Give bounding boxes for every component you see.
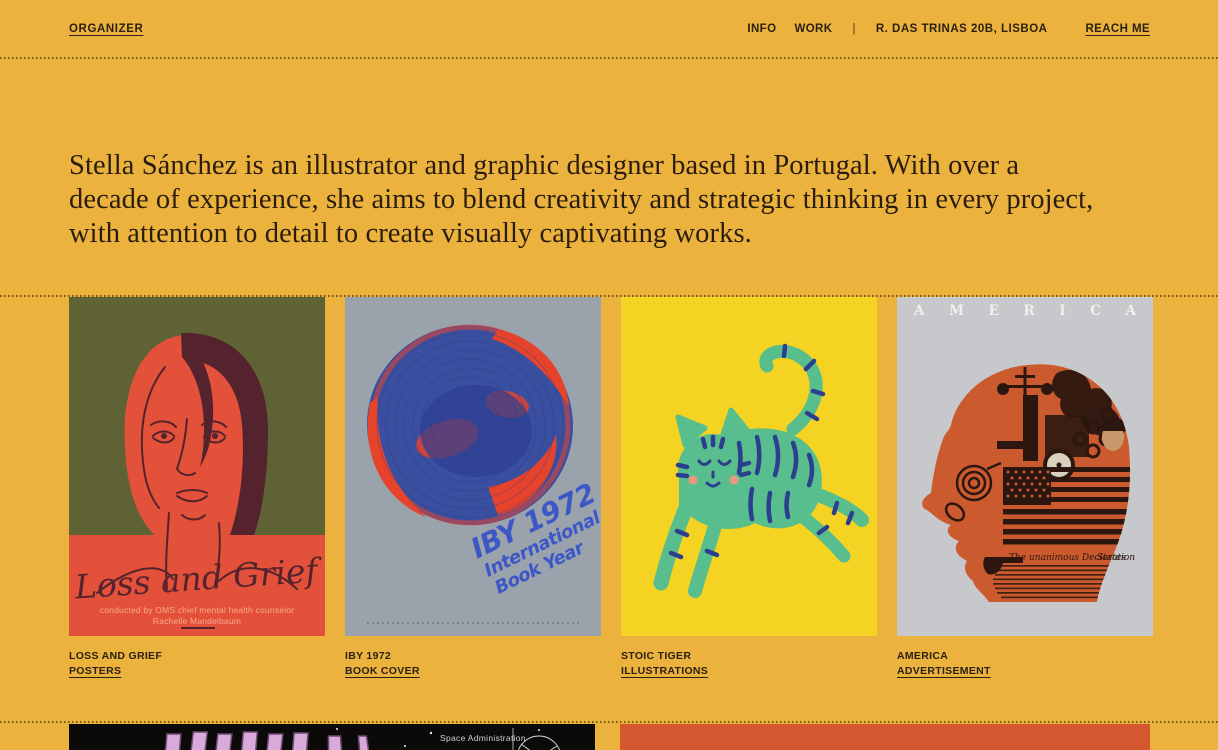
project-category-link[interactable]: BOOK COVER bbox=[345, 664, 420, 679]
project-card-stoic-tiger: STOIC TIGER ILLUSTRATIONS bbox=[621, 297, 877, 678]
tiger-illustration bbox=[621, 297, 877, 636]
space-poster-illustration: Space Administration bbox=[69, 724, 595, 750]
portfolio-page: ORGANIZER INFO WORK | R. DAS TRINAS 20B,… bbox=[0, 0, 1218, 750]
project-caption: IBY 1972 BOOK COVER bbox=[345, 649, 601, 678]
poster-stoic-tiger[interactable] bbox=[621, 297, 877, 636]
project-category-link[interactable]: ADVERTISEMENT bbox=[897, 664, 991, 679]
project-grid: Loss and Grief conducted by OMS chief me… bbox=[69, 297, 1153, 678]
logo-link[interactable]: ORGANIZER bbox=[69, 23, 143, 35]
project-card-america: AMERICA bbox=[897, 297, 1153, 678]
orange-poster-top bbox=[620, 724, 1150, 750]
poster-loss-and-grief[interactable]: Loss and Grief conducted by OMS chief me… bbox=[69, 297, 325, 636]
project-caption: LOSS AND GRIEF POSTERS bbox=[69, 649, 325, 678]
poster-credit-line: conducted by OMS chief mental health cou… bbox=[100, 605, 294, 615]
project-caption: STOIC TIGER ILLUSTRATIONS bbox=[621, 649, 877, 678]
project-title: LOSS AND GRIEF bbox=[69, 649, 325, 664]
project-title: IBY 1972 bbox=[345, 649, 601, 664]
bottom-row: Space Administration bbox=[69, 724, 1150, 750]
reach-me-link[interactable]: REACH ME bbox=[1085, 23, 1150, 35]
america-collage: AMERICA bbox=[897, 297, 1153, 636]
project-title: AMERICA bbox=[897, 649, 1153, 664]
project-card-iby-1972: IBY 1972 International Book Year IBY 197… bbox=[345, 297, 601, 678]
nav-item-work[interactable]: WORK bbox=[794, 23, 832, 35]
header-nav: INFO WORK | R. DAS TRINAS 20B, LISBOA RE… bbox=[747, 23, 1150, 35]
loss-and-grief-illustration: Loss and Grief conducted by OMS chief me… bbox=[69, 297, 325, 636]
header-address: R. DAS TRINAS 20B, LISBOA bbox=[876, 23, 1048, 35]
bottom-left-poster[interactable]: Space Administration bbox=[69, 724, 595, 750]
project-category-link[interactable]: POSTERS bbox=[69, 664, 121, 679]
project-category-link[interactable]: ILLUSTRATIONS bbox=[621, 664, 708, 679]
project-title: STOIC TIGER bbox=[621, 649, 877, 664]
site-header: ORGANIZER INFO WORK | R. DAS TRINAS 20B,… bbox=[0, 0, 1218, 57]
nav-item-info[interactable]: INFO bbox=[747, 23, 776, 35]
nav-divider: | bbox=[850, 23, 857, 35]
iby-1972-illustration: IBY 1972 International Book Year bbox=[345, 297, 601, 636]
poster-credit-line: Rachelle Mandelbaum bbox=[153, 616, 241, 626]
bottom-separator bbox=[0, 721, 1218, 723]
project-caption: AMERICA ADVERTISEMENT bbox=[897, 649, 1153, 678]
header-separator bbox=[0, 57, 1218, 59]
intro-line: Stella Sánchez is an illustrator and gra… bbox=[69, 149, 1169, 183]
intro-line: decade of experience, she aims to blend … bbox=[69, 183, 1169, 217]
bottom-right-poster[interactable] bbox=[620, 724, 1150, 750]
intro-line: with attention to detail to create visua… bbox=[69, 217, 1169, 251]
intro-text: Stella Sánchez is an illustrator and gra… bbox=[69, 149, 1169, 251]
poster-iby-1972[interactable]: IBY 1972 International Book Year bbox=[345, 297, 601, 636]
declaration-heading-right: States bbox=[1097, 553, 1126, 563]
project-card-loss-and-grief: Loss and Grief conducted by OMS chief me… bbox=[69, 297, 325, 678]
poster-america[interactable]: AMERICA bbox=[897, 297, 1153, 636]
